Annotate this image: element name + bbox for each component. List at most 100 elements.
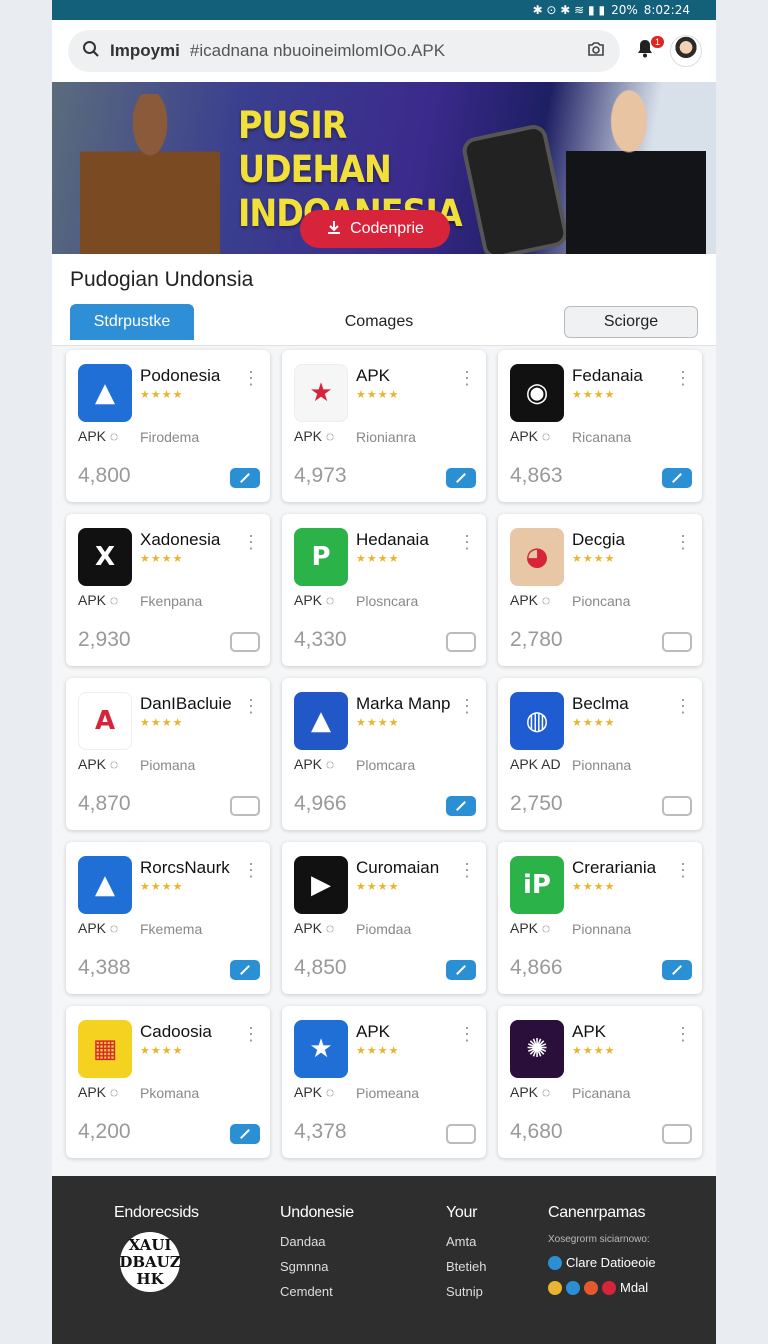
app-card[interactable]: A DanIBacluie ★★★★ ⋮ APK ◌ Piomana 4,870 (66, 678, 270, 830)
more-options-icon[interactable]: ⋮ (242, 1024, 260, 1045)
app-publisher: Firodema (140, 429, 200, 445)
apk-label: APK ◌ (78, 428, 119, 444)
more-options-icon[interactable]: ⋮ (458, 860, 476, 881)
app-icon[interactable]: ◉ (510, 364, 564, 422)
footer-contact-row[interactable]: Clare Datioeoie (548, 1255, 656, 1270)
app-icon[interactable]: ★ (294, 364, 348, 422)
more-options-icon[interactable]: ⋮ (674, 532, 692, 553)
more-options-icon[interactable]: ⋮ (674, 696, 692, 717)
app-card[interactable]: ▲ RorcsNaurk ★★★★ ⋮ APK ◌ Fkemema 4,388 (66, 842, 270, 994)
footer-link[interactable]: Sutnip (446, 1284, 486, 1299)
more-options-icon[interactable]: ⋮ (674, 1024, 692, 1045)
install-toggle[interactable] (446, 468, 476, 488)
install-toggle[interactable] (230, 1124, 260, 1144)
more-options-icon[interactable]: ⋮ (242, 860, 260, 881)
rating-stars-icon: ★★★★ (572, 881, 616, 893)
social-icon-2[interactable] (566, 1280, 580, 1295)
footer-link[interactable]: Cemdent (280, 1284, 354, 1299)
app-card[interactable]: ▦ Cadoosia ★★★★ ⋮ APK ◌ Pkomana 4,200 (66, 1006, 270, 1158)
sciorge-button[interactable]: Sciorge (564, 306, 698, 338)
footer-link[interactable]: Btetieh (446, 1259, 486, 1274)
app-card[interactable]: X Xadonesia ★★★★ ⋮ APK ◌ Fkenpana 2,930 (66, 514, 270, 666)
install-toggle[interactable] (662, 468, 692, 488)
more-options-icon[interactable]: ⋮ (458, 696, 476, 717)
more-options-icon[interactable]: ⋮ (674, 368, 692, 389)
rating-stars-icon: ★★★★ (140, 717, 184, 729)
app-icon[interactable]: ▲ (78, 364, 132, 422)
camera-search-icon[interactable] (586, 40, 606, 63)
app-card[interactable]: ◍ Beclma ★★★★ ⋮ APK AD Pionnana 2,750 (498, 678, 702, 830)
install-toggle[interactable] (662, 632, 692, 652)
more-options-icon[interactable]: ⋮ (242, 532, 260, 553)
app-card[interactable]: ▶ Curomaian ★★★★ ⋮ APK ◌ Piomdaa 4,850 (282, 842, 486, 994)
app-card[interactable]: ▲ Marka Manp ★★★★ ⋮ APK ◌ Plomcara 4,966 (282, 678, 486, 830)
more-options-icon[interactable]: ⋮ (242, 368, 260, 389)
install-toggle[interactable] (230, 960, 260, 980)
app-name: RorcsNaurk (140, 858, 230, 877)
tab-comages[interactable]: Comages (309, 304, 449, 340)
app-card[interactable]: ▲ Podonesia ★★★★ ⋮ APK ◌ Firodema 4,800 (66, 350, 270, 502)
tab-stdrpustke[interactable]: Stdrpustke (70, 304, 194, 340)
app-icon[interactable]: ▲ (78, 856, 132, 914)
banner-cta-button[interactable]: Codenprie (300, 210, 450, 248)
social-icon-3[interactable] (584, 1280, 598, 1295)
notifications-button[interactable]: 1 (630, 36, 664, 66)
download-count: 4,863 (510, 464, 563, 487)
app-card[interactable]: P Hedanaia ★★★★ ⋮ APK ◌ Plosncara 4,330 (282, 514, 486, 666)
app-icon[interactable]: ◍ (510, 692, 564, 750)
app-icon[interactable]: ✺ (510, 1020, 564, 1078)
app-icon[interactable]: ★ (294, 1020, 348, 1078)
download-count: 2,750 (510, 792, 563, 815)
apk-label: APK ◌ (78, 592, 119, 608)
app-name: Cadoosia (140, 1022, 212, 1041)
app-icon[interactable]: X (78, 528, 132, 586)
more-options-icon[interactable]: ⋮ (674, 860, 692, 881)
app-icon[interactable]: ▶ (294, 856, 348, 914)
app-card[interactable]: ◉ Fedanaia ★★★★ ⋮ APK ◌ Ricanana 4,863 (498, 350, 702, 502)
banner-person-right (566, 88, 706, 254)
more-options-icon[interactable]: ⋮ (458, 368, 476, 389)
battery-level: 20% (611, 3, 638, 17)
app-card[interactable]: ✺ APK ★★★★ ⋮ APK ◌ Picanana 4,680 (498, 1006, 702, 1158)
install-toggle[interactable] (446, 1124, 476, 1144)
more-options-icon[interactable]: ⋮ (458, 532, 476, 553)
social-icons-row[interactable]: Mdal (548, 1280, 656, 1295)
app-card[interactable]: iP Crerariania ★★★★ ⋮ APK ◌ Pionnana 4,866 (498, 842, 702, 994)
rating-stars-icon: ★★★★ (356, 389, 400, 401)
search-bar[interactable]: Impoymi #icadnana nbuoineimlomIOo.APK (68, 30, 620, 72)
install-toggle[interactable] (230, 468, 260, 488)
footer-social-label: Mdal (620, 1280, 649, 1295)
install-toggle[interactable] (230, 632, 260, 652)
app-name: APK (572, 1022, 607, 1041)
install-toggle[interactable] (446, 796, 476, 816)
promo-banner[interactable]: PUSIR UDEHAN INDOANESIA Codenprie (52, 82, 716, 254)
app-icon[interactable]: ◕ (510, 528, 564, 586)
download-count: 4,680 (510, 1120, 563, 1143)
more-options-icon[interactable]: ⋮ (458, 1024, 476, 1045)
app-icon[interactable]: iP (510, 856, 564, 914)
footer-link[interactable]: Sgmnna (280, 1259, 354, 1274)
app-publisher: Plomcara (356, 757, 416, 773)
social-icon-1[interactable] (548, 1280, 562, 1295)
more-options-icon[interactable]: ⋮ (242, 696, 260, 717)
app-card[interactable]: ★ APK ★★★★ ⋮ APK ◌ Rionianra 4,973 (282, 350, 486, 502)
apk-label: APK AD (510, 756, 561, 772)
app-icon[interactable]: P (294, 528, 348, 586)
footer-link[interactable]: Amta (446, 1234, 486, 1249)
rating-stars-icon: ★★★★ (140, 389, 184, 401)
app-icon[interactable]: ▲ (294, 692, 348, 750)
install-toggle[interactable] (662, 960, 692, 980)
social-icon-4[interactable] (602, 1280, 616, 1295)
rating-stars-icon: ★★★★ (356, 553, 400, 565)
app-icon[interactable]: A (78, 692, 132, 750)
install-toggle[interactable] (446, 960, 476, 980)
app-card[interactable]: ★ APK ★★★★ ⋮ APK ◌ Piomeana 4,378 (282, 1006, 486, 1158)
user-avatar[interactable] (670, 35, 702, 67)
app-card[interactable]: ◕ Decgia ★★★★ ⋮ APK ◌ Pioncana 2,780 (498, 514, 702, 666)
install-toggle[interactable] (662, 1124, 692, 1144)
install-toggle[interactable] (230, 796, 260, 816)
app-icon[interactable]: ▦ (78, 1020, 132, 1078)
footer-link[interactable]: Dandaa (280, 1234, 354, 1249)
install-toggle[interactable] (446, 632, 476, 652)
install-toggle[interactable] (662, 796, 692, 816)
